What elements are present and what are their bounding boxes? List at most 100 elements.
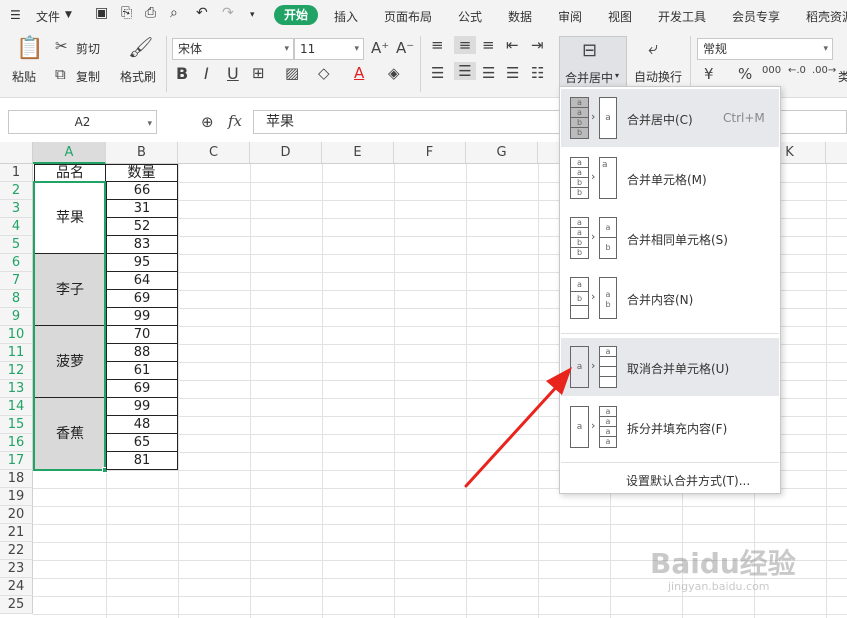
export-pdf-icon[interactable]: ⎘ [121,5,132,21]
tab-review[interactable]: 审阅 [558,8,582,25]
fill-color-icon[interactable]: ◇ [318,64,330,82]
column-header-d[interactable]: D [250,142,322,164]
cell-b[interactable]: 99 [106,308,178,326]
font-name-select[interactable]: 宋体 ▾ [172,38,294,60]
row-header[interactable]: 10 [0,326,33,344]
row-header[interactable]: 9 [0,308,33,326]
cell-b[interactable]: 88 [106,344,178,362]
row-header[interactable]: 23 [0,560,33,578]
row-header[interactable]: 25 [0,596,33,614]
cell-b[interactable]: 52 [106,218,178,236]
cell-b[interactable]: 31 [106,200,178,218]
column-header-l[interactable] [826,142,847,164]
column-header-c[interactable]: C [178,142,250,164]
column-header-f[interactable]: F [394,142,466,164]
percent-button[interactable]: % [738,65,752,83]
menu-item-merge-center[interactable]: a a b b › a 合并居中(C) Ctrl+M [561,89,779,147]
indent-increase-icon[interactable]: ⇥ [531,36,544,54]
currency-button[interactable]: ¥ [704,65,714,83]
undo-icon[interactable]: ↶ [196,5,208,21]
row-header[interactable]: 4 [0,218,33,236]
tab-view[interactable]: 视图 [608,8,632,25]
cell-b[interactable]: 69 [106,380,178,398]
row-header[interactable]: 20 [0,506,33,524]
menu-item-split-fill[interactable]: a › a a a a 拆分并填充内容(F) [561,398,779,456]
border-icon[interactable]: ⊞ [252,64,265,82]
cell-b[interactable]: 66 [106,182,178,200]
brush-icon[interactable]: 🖌 [128,35,153,59]
row-header[interactable]: 1 [0,164,33,182]
italic-button[interactable]: I [204,64,209,83]
print-preview-icon[interactable]: ⌕ [170,5,178,21]
align-bottom-icon[interactable]: ≡ [482,36,495,54]
menu-item-unmerge[interactable]: a › a 取消合并单元格(U) [561,338,779,396]
tab-data[interactable]: 数据 [508,8,532,25]
column-header-g[interactable]: G [466,142,538,164]
align-middle-icon[interactable]: ≡ [454,36,476,54]
increase-decimal-icon[interactable]: ←.0 [788,65,806,76]
cell-b1[interactable]: 数量 [106,164,178,182]
row-header[interactable]: 14 [0,398,33,416]
print-icon[interactable]: ⎙ [145,5,156,21]
row-header[interactable]: 12 [0,362,33,380]
cell-b[interactable]: 61 [106,362,178,380]
row-header[interactable]: 2 [0,182,33,200]
row-header[interactable]: 22 [0,542,33,560]
cell-b[interactable]: 69 [106,290,178,308]
menu-item-merge-cells[interactable]: a a b b › a 合并单元格(M) [561,149,779,207]
row-header[interactable]: 5 [0,236,33,254]
row-header[interactable]: 6 [0,254,33,272]
format-painter-button[interactable]: 格式刷 [120,68,156,85]
column-header-b[interactable]: B [106,142,178,164]
underline-button[interactable]: U [227,64,239,83]
chevron-down-icon[interactable]: ▼ [65,10,72,20]
merge-center-button[interactable]: ⊟ 合并居中 ▾ [559,36,627,88]
hamburger-icon[interactable]: ☰ [10,8,21,22]
align-center-icon[interactable]: ☰ [454,62,476,80]
tab-home[interactable]: 开始 [274,5,318,25]
decrease-decimal-icon[interactable]: .00→ [812,65,836,76]
indent-decrease-icon[interactable]: ⇤ [506,36,519,54]
wrap-text-button[interactable]: 自动换行 [634,68,682,85]
tab-formulas[interactable]: 公式 [458,8,482,25]
row-header[interactable]: 7 [0,272,33,290]
menu-item-merge-content[interactable]: a b › ab 合并内容(N) [561,269,779,327]
scissors-icon[interactable]: ✂ [55,37,68,55]
cell-b[interactable]: 95 [106,254,178,272]
increase-font-icon[interactable]: A⁺ [371,39,389,57]
paste-icon[interactable]: 📋 [16,36,43,61]
row-header[interactable]: 8 [0,290,33,308]
file-menu[interactable]: 文件 [36,8,60,25]
select-all-corner[interactable] [0,142,33,164]
row-header[interactable]: 3 [0,200,33,218]
cell-b[interactable]: 64 [106,272,178,290]
eraser-icon[interactable]: ◈ [388,64,400,82]
row-header[interactable]: 15 [0,416,33,434]
distributed-icon[interactable]: ☷ [531,64,544,82]
menu-item-default-merge[interactable]: 设置默认合并方式(T)... [561,466,779,492]
row-header[interactable]: 24 [0,578,33,596]
cell-b[interactable]: 65 [106,434,178,452]
save-icon[interactable]: ▣ [95,5,108,21]
menu-item-merge-same[interactable]: a a b b › a b 合并相同单元格(S) [561,209,779,267]
row-header[interactable]: 17 [0,452,33,470]
zoom-icon[interactable]: ⊕ [201,113,214,131]
align-left-icon[interactable]: ☰ [431,64,444,82]
column-header-e[interactable]: E [322,142,394,164]
tab-docer[interactable]: 稻壳资源 [806,8,847,25]
cell-b[interactable]: 83 [106,236,178,254]
row-header[interactable]: 19 [0,488,33,506]
font-size-select[interactable]: 11 ▾ [294,38,364,60]
name-box[interactable]: A2 ▾ [8,110,157,134]
align-right-icon[interactable]: ☰ [482,64,495,82]
fill-pattern-icon[interactable]: ▨ [285,64,299,82]
cell-a1[interactable]: 品名 [34,164,106,182]
tab-member[interactable]: 会员专享 [732,8,780,25]
row-header[interactable]: 18 [0,470,33,488]
row-header[interactable]: 21 [0,524,33,542]
row-header[interactable]: 16 [0,434,33,452]
bold-button[interactable]: B [176,64,188,83]
column-header-a[interactable]: A [33,142,106,164]
copy-icon[interactable]: ⧉ [55,65,66,83]
cell-b[interactable]: 81 [106,452,178,470]
